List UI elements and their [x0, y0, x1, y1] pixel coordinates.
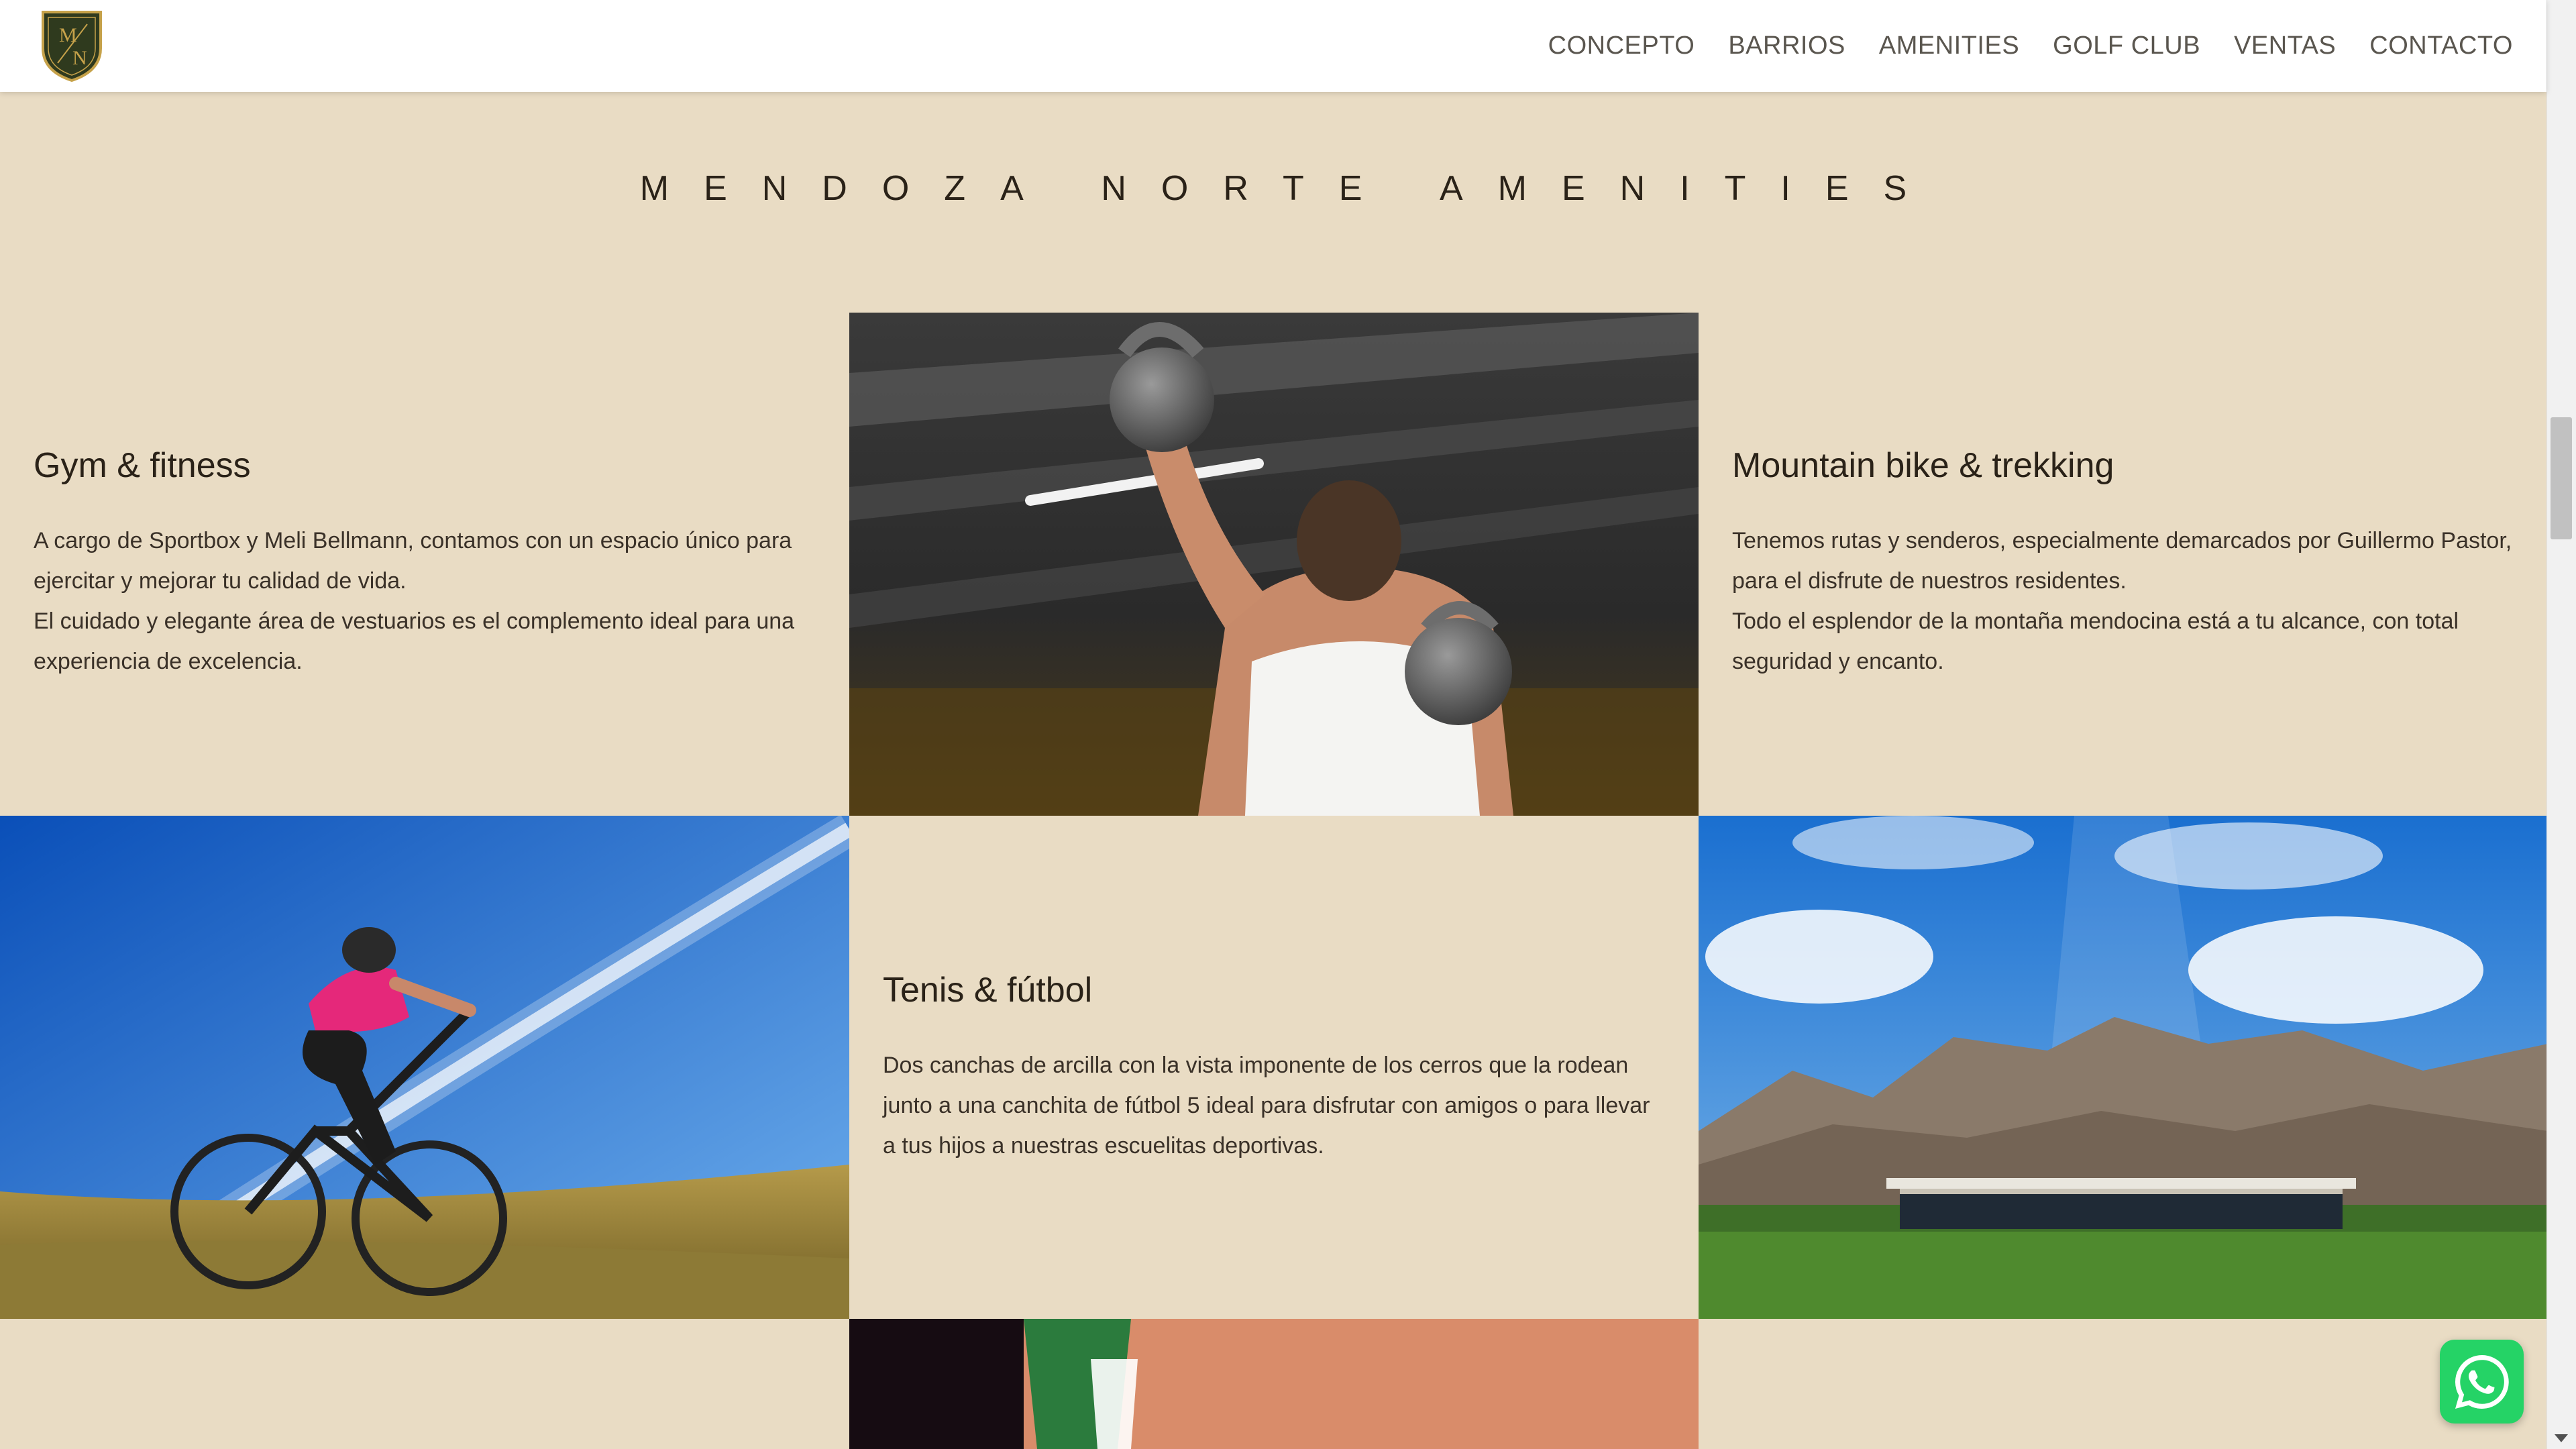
nav-contacto[interactable]: CONTACTO: [2369, 32, 2513, 60]
tenis-description: Dos canchas de arcilla con la vista impo…: [883, 1053, 1650, 1159]
scrollbar-thumb[interactable]: [2551, 417, 2572, 539]
bike-description-2: Todo el esplendor de la montaña mendocin…: [1732, 608, 2459, 674]
site-header: M N CONCEPTO BARRIOS AMENITIES GOLF CLUB…: [0, 0, 2546, 92]
gym-title: Gym & fitness: [34, 446, 251, 485]
gym-description-1: A cargo de Sportbox y Meli Bellmann, con…: [34, 528, 792, 594]
nav-barrios[interactable]: BARRIOS: [1728, 32, 1845, 60]
main-nav: CONCEPTO BARRIOS AMENITIES GOLF CLUB VEN…: [1548, 0, 2513, 92]
gym-image: [849, 313, 1699, 816]
gym-description-2: El cuidado y elegante área de vestuarios…: [34, 608, 795, 674]
nav-ventas[interactable]: VENTAS: [2234, 32, 2336, 60]
whatsapp-button[interactable]: [2440, 1340, 2524, 1424]
clubhouse-image: [1699, 816, 2548, 1319]
tenis-text-block: Tenis & fútbol Dos canchas de arcilla co…: [849, 816, 1699, 1319]
nav-golf-club[interactable]: GOLF CLUB: [2053, 32, 2200, 60]
tennis-image-partial: [849, 1319, 1699, 1449]
bike-image: [0, 816, 849, 1319]
nav-amenities[interactable]: AMENITIES: [1879, 32, 2019, 60]
tenis-title: Tenis & fútbol: [883, 971, 1093, 1010]
whatsapp-icon: [2455, 1354, 2509, 1409]
shield-logo-icon[interactable]: M N: [39, 7, 105, 83]
svg-text:N: N: [72, 47, 87, 69]
bike-description-1: Tenemos rutas y senderos, especialmente …: [1732, 528, 2512, 594]
scroll-down-arrow-icon[interactable]: [2555, 1434, 2568, 1442]
nav-concepto[interactable]: CONCEPTO: [1548, 32, 1695, 60]
gym-text-block: Gym & fitness A cargo de Sportbox y Meli…: [0, 313, 849, 816]
bike-text-block: Mountain bike & trekking Tenemos rutas y…: [1699, 313, 2548, 816]
scrollbar[interactable]: [2546, 0, 2576, 1449]
svg-text:M: M: [59, 24, 77, 46]
bike-title: Mountain bike & trekking: [1732, 446, 2114, 485]
section-title: MENDOZA NORTE AMENITIES: [639, 169, 1942, 209]
